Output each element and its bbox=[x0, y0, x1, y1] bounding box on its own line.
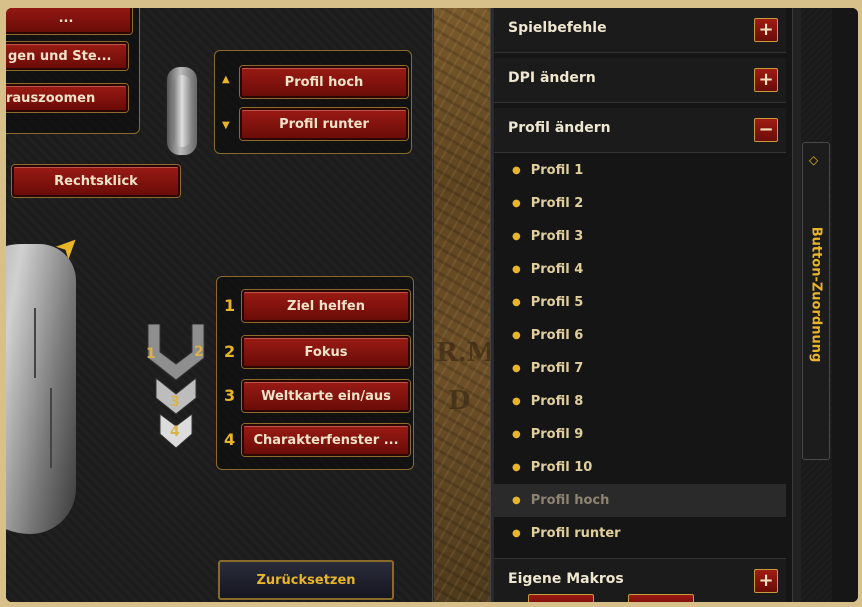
mouse-edge-line bbox=[50, 388, 52, 468]
expand-button[interactable]: + bbox=[754, 18, 778, 42]
profile-switch-icon bbox=[166, 66, 198, 156]
assignment-button-4[interactable]: Charakterfenster ... bbox=[242, 424, 410, 456]
list-item-label: Profil 2 bbox=[530, 196, 584, 211]
list-item[interactable]: ● Profil 3 bbox=[494, 220, 786, 253]
expand-button[interactable]: + bbox=[754, 569, 778, 593]
bullet-icon: ● bbox=[512, 264, 521, 275]
assignment-button-3[interactable]: Weltkarte ein/aus bbox=[242, 380, 410, 412]
list-item-label: Profil 5 bbox=[530, 295, 584, 310]
list-item-label: Profil 9 bbox=[530, 427, 584, 442]
profile-up-button[interactable]: Profil hoch bbox=[240, 66, 408, 98]
list-item-selected[interactable]: ● Profil hoch bbox=[494, 484, 786, 517]
list-item[interactable]: ● Profil 10 bbox=[494, 451, 786, 484]
top-button-2[interactable]: rauszoomen bbox=[6, 84, 128, 112]
side-button-number: 4 bbox=[170, 424, 180, 440]
bullet-icon: ● bbox=[512, 330, 521, 341]
list-item-label: Profil 3 bbox=[530, 229, 584, 244]
list-item[interactable]: ● Profil 8 bbox=[494, 385, 786, 418]
bullet-icon: ● bbox=[512, 396, 521, 407]
section-profile[interactable]: Profil ändern − bbox=[494, 108, 786, 153]
list-item[interactable]: ● Profil 6 bbox=[494, 319, 786, 352]
map-letters: R.M bbox=[436, 338, 496, 368]
window-edge bbox=[832, 8, 858, 602]
bullet-icon: ● bbox=[512, 297, 521, 308]
mouse-config-panel: ... gen und Ste... rauszoomen Rechtsklic… bbox=[6, 8, 432, 602]
side-button-number: 1 bbox=[146, 346, 156, 362]
assignment-button-1[interactable]: Ziel helfen bbox=[242, 290, 410, 322]
mouse-image bbox=[6, 244, 76, 534]
bullet-icon: ● bbox=[512, 198, 521, 209]
list-item[interactable]: ● Profil 7 bbox=[494, 352, 786, 385]
map-background: R.M D bbox=[434, 8, 495, 602]
list-item-label: Profil 8 bbox=[530, 394, 584, 409]
assignment-number: 4 bbox=[224, 430, 236, 449]
profile-down-button[interactable]: Profil runter bbox=[240, 108, 408, 140]
list-item-label: Profil 4 bbox=[530, 262, 584, 277]
collapse-button[interactable]: − bbox=[754, 118, 778, 142]
section-title: Eigene Makros bbox=[508, 571, 624, 587]
section-title: DPI ändern bbox=[508, 70, 596, 86]
list-item[interactable]: ● Profil runter bbox=[494, 517, 786, 550]
bullet-icon: ● bbox=[512, 462, 521, 473]
top-button-1[interactable]: gen und Ste... bbox=[6, 42, 128, 70]
side-buttons-diagram: 1 2 3 4 bbox=[138, 323, 214, 464]
list-item[interactable]: ● Profil 4 bbox=[494, 253, 786, 286]
reset-button[interactable]: Zurücksetzen bbox=[218, 560, 394, 600]
side-tab-label: Button-Zuordnung bbox=[808, 226, 824, 363]
list-item-label: Profil runter bbox=[530, 526, 621, 541]
list-item[interactable]: ● Profil 5 bbox=[494, 286, 786, 319]
list-item[interactable]: ● Profil 9 bbox=[494, 418, 786, 451]
section-dpi[interactable]: DPI ändern + bbox=[494, 58, 786, 103]
assignment-number: 1 bbox=[224, 296, 236, 315]
bullet-icon: ● bbox=[512, 495, 521, 506]
app-window: ... gen und Ste... rauszoomen Rechtsklic… bbox=[6, 8, 858, 602]
profile-list: ● Profil 1 ● Profil 2 ● Profil 3 ● Profil 4 … bbox=[494, 154, 786, 550]
list-item-label: Profil hoch bbox=[530, 493, 610, 508]
scrollbar[interactable] bbox=[792, 8, 801, 602]
assignment-number: 3 bbox=[224, 386, 236, 405]
bullet-icon: ● bbox=[512, 165, 521, 176]
section-title: Spielbefehle bbox=[508, 20, 607, 36]
mouse-edge-line bbox=[34, 308, 36, 378]
list-item-label: Profil 7 bbox=[530, 361, 584, 376]
side-button-number: 3 bbox=[170, 394, 180, 410]
list-item-label: Profil 6 bbox=[530, 328, 584, 343]
right-click-button[interactable]: Rechtsklick bbox=[12, 165, 180, 197]
list-item-label: Profil 10 bbox=[530, 460, 593, 475]
down-arrow-icon: ▼ bbox=[222, 120, 230, 131]
macro-button[interactable] bbox=[628, 594, 694, 602]
side-button-number: 2 bbox=[194, 344, 204, 360]
up-arrow-icon: ▲ bbox=[222, 74, 230, 85]
macro-button[interactable] bbox=[528, 594, 594, 602]
assignment-number: 2 bbox=[224, 342, 236, 361]
command-list-panel: Spielbefehle + DPI ändern + Profil änder… bbox=[494, 8, 799, 602]
section-game-commands[interactable]: Spielbefehle + bbox=[494, 8, 786, 53]
list-item-label: Profil 1 bbox=[530, 163, 584, 178]
map-letters: D bbox=[448, 386, 471, 416]
list-item[interactable]: ● Profil 2 bbox=[494, 187, 786, 220]
bullet-icon: ● bbox=[512, 528, 521, 539]
bullet-icon: ● bbox=[512, 231, 521, 242]
bullet-icon: ● bbox=[512, 363, 521, 374]
list-item[interactable]: ● Profil 1 bbox=[494, 154, 786, 187]
bullet-icon: ● bbox=[512, 429, 521, 440]
assignment-button-2[interactable]: Fokus bbox=[242, 336, 410, 368]
button-assignment-tab[interactable]: ◇ Button-Zuordnung bbox=[802, 142, 830, 460]
expand-button[interactable]: + bbox=[754, 68, 778, 92]
section-title: Profil ändern bbox=[508, 120, 611, 136]
top-button-0[interactable]: ... bbox=[6, 8, 132, 34]
